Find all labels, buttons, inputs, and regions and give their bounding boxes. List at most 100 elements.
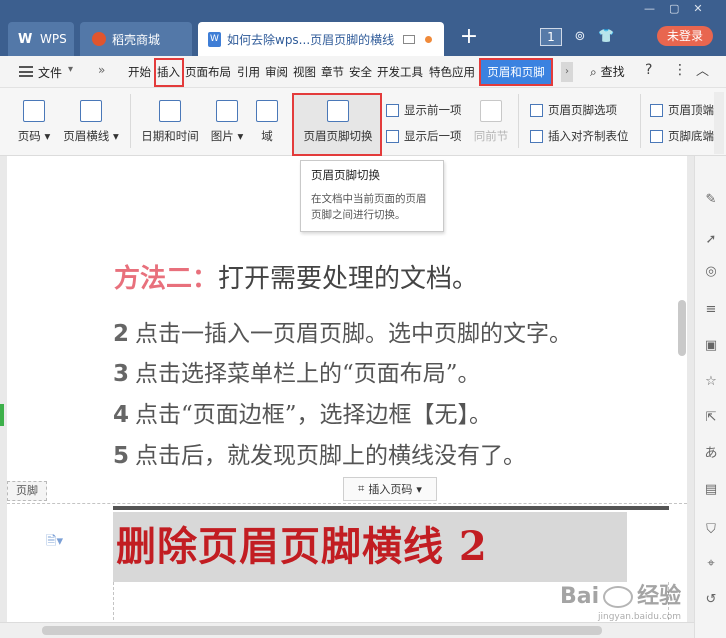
footer-horizontal-line (113, 506, 669, 510)
page-number-icon: ⌗ (358, 482, 365, 495)
method-heading: 方法二：打开需要处理的文档。 (114, 258, 478, 295)
watermark-text-left: Bai (560, 584, 600, 609)
field-button[interactable]: 域 (254, 100, 280, 144)
tab-chapter[interactable]: 章节 (321, 64, 344, 80)
skin-icon[interactable]: 👕 (598, 29, 614, 45)
location-icon[interactable]: ⌖ (703, 556, 719, 572)
settings-sliders-icon[interactable]: ≡ (703, 302, 719, 318)
step-item: 4 点击“页面边框”，选择边框【无】。 (113, 395, 492, 429)
hf-options-label: 页眉页脚选项 (548, 103, 617, 117)
file-menu[interactable]: 文件 (38, 64, 62, 81)
gallery-icon[interactable]: ▣ (703, 338, 719, 354)
share-out-icon[interactable]: ⇱ (703, 410, 719, 426)
tab-special-apps[interactable]: 特色应用 (429, 64, 475, 80)
hf-switch-label: 页眉页脚切换 (303, 129, 373, 143)
document-icon[interactable]: ▤ (703, 482, 719, 498)
tab-header-footer[interactable]: 页眉和页脚 (479, 58, 553, 86)
tab-security[interactable]: 安全 (349, 64, 372, 80)
tab-references[interactable]: 引用 (237, 64, 260, 80)
tab-review[interactable]: 审阅 (265, 64, 288, 80)
vertical-scrollbar[interactable] (676, 160, 688, 600)
baidu-watermark: Bai 经验 (560, 578, 681, 610)
hf-options-button[interactable]: 页眉页脚选项 (530, 102, 617, 118)
document-icon: W (208, 31, 221, 47)
new-tab-button[interactable]: + (458, 24, 480, 50)
footer-bottom-label: 页脚底端 (668, 129, 714, 143)
insert-page-number-button[interactable]: ⌗ 插入页码 ▾ (343, 477, 437, 501)
help-icon[interactable]: ? (645, 62, 652, 78)
tooltip-title: 页眉页脚切换 (311, 168, 380, 182)
header-top-icon (650, 103, 663, 117)
cursor-icon[interactable]: ➚ (703, 232, 719, 248)
tab-start[interactable]: 开始 (128, 64, 151, 80)
search-button[interactable]: ⌕ 查找 (590, 63, 625, 80)
show-prev-label: 显示前一项 (404, 103, 462, 117)
collapse-ribbon-icon[interactable]: ︿ (696, 60, 709, 79)
step-number: 5 (113, 443, 130, 469)
star-icon[interactable]: ☆ (703, 374, 719, 390)
same-as-prev-icon (480, 100, 502, 122)
tab-wps-home[interactable]: W WPS (8, 22, 74, 56)
pen-icon[interactable]: ✎ (703, 192, 719, 208)
insert-tab-highlight (154, 58, 184, 87)
step-item: 2 点击一插入一页眉页脚。选中页脚的文字。 (113, 314, 572, 348)
tab-docer-store[interactable]: 稻壳商城 (80, 22, 192, 56)
tab-page-layout[interactable]: 页面布局 (185, 64, 231, 80)
header-line-button[interactable]: 页眉横线 ▾ (60, 100, 122, 144)
hf-switch-button[interactable]: 页眉页脚切换 (296, 100, 380, 144)
title-bar-tools: 1 ⊚ 👕 (540, 24, 614, 50)
tab-document[interactable]: W 如何去除wps...页眉页脚的横线 (198, 22, 444, 56)
horizontal-scrollbar[interactable] (0, 622, 694, 638)
insert-tab-stop-button[interactable]: 插入对齐制表位 (530, 128, 629, 144)
translate-icon[interactable]: あ (703, 446, 719, 462)
ribbon-scrollbar[interactable] (714, 92, 724, 154)
scroll-thumb[interactable] (42, 626, 602, 635)
share-icon[interactable]: ⊚ (572, 29, 588, 45)
footer-caption[interactable]: 删除页眉页脚横线 2 (116, 514, 488, 572)
tab-label: 如何去除wps...页眉页脚的横线 (227, 32, 395, 47)
search-icon: ⌕ (590, 65, 597, 79)
field-label: 域 (261, 129, 273, 143)
insert-page-number-label: 插入页码 (368, 483, 413, 496)
wps-logo-icon: W (18, 31, 33, 47)
close-icon[interactable]: ✕ (693, 2, 702, 15)
scroll-thumb[interactable] (678, 300, 686, 356)
double-chevron-right-icon[interactable]: » (98, 63, 105, 77)
page-number-button[interactable]: 页码 ▾ (14, 100, 54, 144)
search-label: 查找 (600, 65, 625, 79)
window-count-badge[interactable]: 1 (540, 28, 562, 46)
watermark-text-right: 经验 (637, 584, 682, 609)
step-number: 2 (113, 321, 130, 347)
picture-label: 图片 (210, 129, 234, 143)
tab-label: 稻壳商城 (112, 32, 161, 47)
login-button[interactable]: 未登录 (657, 26, 713, 46)
tab-view[interactable]: 视图 (293, 64, 316, 80)
minimize-icon[interactable]: — (644, 2, 655, 15)
hamburger-menu-icon[interactable] (19, 66, 33, 77)
unsaved-dot-icon[interactable] (425, 35, 432, 43)
step-text: 点击选择菜单栏上的“页面布局”。 (135, 361, 481, 387)
right-toolbar: ✎ ➚ ◎ ≡ ▣ ☆ ⇱ あ ▤ ⛉ ⌖ ↺ (694, 156, 726, 638)
footer-tag: 页脚 (7, 481, 47, 501)
page-number-label: 页码 (17, 129, 41, 143)
tab-scroll-right-icon[interactable]: › (561, 62, 573, 82)
footer-bottom-field[interactable]: 页脚底端 (650, 128, 714, 144)
shapes-icon[interactable]: ◎ (703, 264, 719, 280)
step-item: 3 点击选择菜单栏上的“页面布局”。 (113, 354, 481, 388)
page-number-icon (23, 100, 45, 122)
maximize-icon[interactable]: ▢ (669, 2, 679, 15)
tab-developer[interactable]: 开发工具 (377, 64, 423, 80)
shield-icon[interactable]: ⛉ (703, 522, 719, 538)
monitor-icon[interactable] (403, 34, 415, 44)
date-time-button[interactable]: 日期和时间 (138, 100, 202, 144)
header-top-field[interactable]: 页眉顶端 (650, 102, 714, 118)
history-icon[interactable]: ↺ (703, 592, 719, 608)
more-options-icon[interactable]: ⋮ (673, 62, 687, 78)
chevron-down-icon[interactable]: ▾ (68, 64, 73, 75)
show-prev-button[interactable]: 显示前一项 (386, 102, 462, 118)
picture-button[interactable]: 图片 ▾ (208, 100, 246, 144)
show-next-button[interactable]: 显示后一项 (386, 128, 462, 144)
same-as-prev-button[interactable]: 同前节 (472, 100, 510, 144)
paste-options-icon[interactable]: 🗎▾ (46, 532, 63, 554)
chevron-down-icon: ▾ (44, 129, 51, 143)
